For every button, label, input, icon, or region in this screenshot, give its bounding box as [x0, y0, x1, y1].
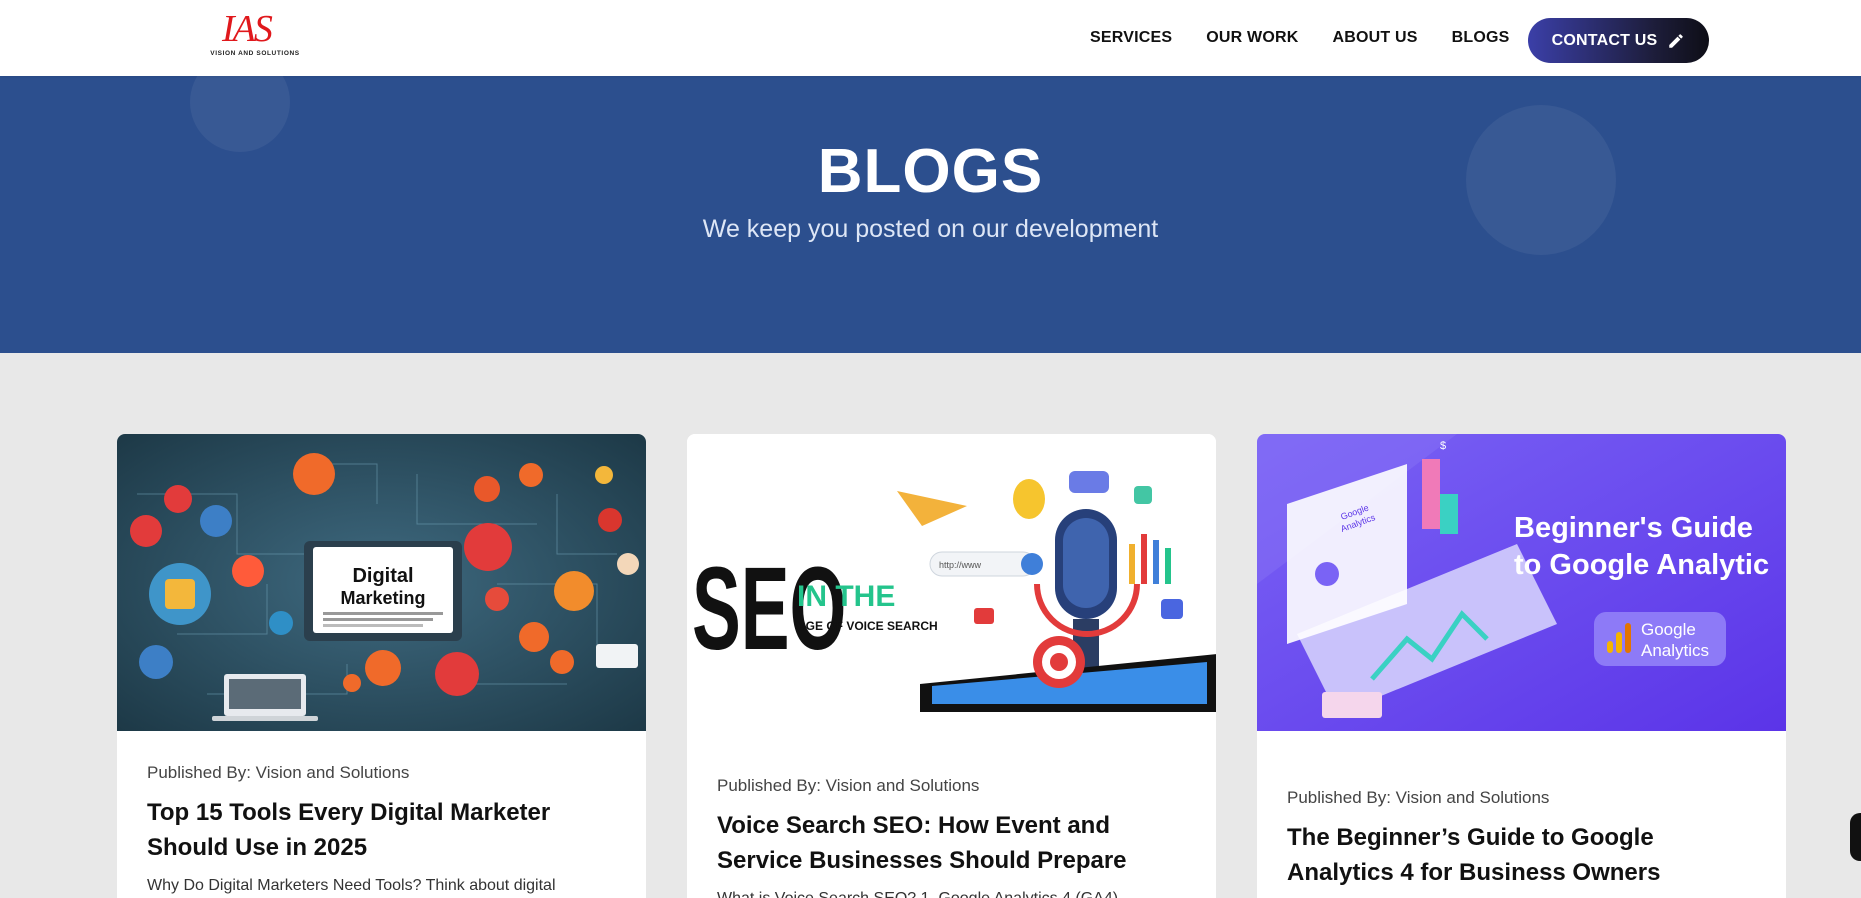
image-text-dollar: $: [1440, 440, 1446, 452]
blog-card-meta: Published By: Vision and Solutions: [147, 763, 410, 782]
logo-mark: IAS: [222, 8, 273, 50]
image-text-digital: Digital: [352, 565, 413, 587]
blog-card[interactable]: SEO IN THE AGE OF VOICE SEARCH http://ww…: [687, 434, 1216, 898]
page-title: BLOGS: [817, 137, 1044, 206]
image-headline-line2: to Google Analytic: [1514, 549, 1769, 581]
image-text-marketing: Marketing: [340, 588, 425, 608]
blog-card-image[interactable]: Google Analytics $ Beginner's Guide to G…: [1257, 434, 1786, 731]
image-text-in-the: IN THE: [797, 580, 895, 613]
main-nav: SERVICES OUR WORK ABOUT US BLOGS: [1090, 0, 1544, 76]
logo[interactable]: IAS VISION AND SOLUTIONS: [194, 10, 316, 60]
blog-card[interactable]: Digital Marketing Published By: Vision a…: [117, 434, 646, 898]
hero-banner: BLOGS We keep you posted on our developm…: [0, 76, 1861, 353]
blog-card-image[interactable]: SEO IN THE AGE OF VOICE SEARCH http://ww…: [687, 434, 1216, 731]
blog-card-title[interactable]: Top 15 Tools Every Digital Marketer Shou…: [147, 795, 617, 865]
seo-voice-search-illustration: SEO IN THE AGE OF VOICE SEARCH http://ww…: [687, 434, 1216, 731]
image-text-url: http://www: [939, 560, 982, 570]
contact-us-label: CONTACT US: [1551, 31, 1658, 49]
blog-card-excerpt: What is Voice Search SEO? 1. Google Anal…: [717, 888, 1187, 898]
pencil-icon: [1669, 33, 1684, 48]
blog-card-title[interactable]: The Beginner’s Guide to Google Analytics…: [1287, 820, 1757, 890]
nav-item-about-us[interactable]: ABOUT US: [1333, 29, 1418, 47]
blog-card-meta: Published By: Vision and Solutions: [717, 776, 980, 795]
nav-item-blogs[interactable]: BLOGS: [1452, 29, 1510, 47]
digital-marketing-illustration: Digital Marketing: [117, 434, 646, 731]
nav-item-our-work[interactable]: OUR WORK: [1206, 29, 1298, 47]
logo-tagline: VISION AND SOLUTIONS: [210, 50, 300, 57]
blog-card-image[interactable]: Digital Marketing: [117, 434, 646, 731]
blog-card-title[interactable]: Voice Search SEO: How Event and Service …: [717, 808, 1187, 878]
floating-side-tab[interactable]: [1850, 813, 1861, 861]
site-header: IAS VISION AND SOLUTIONS SERVICES OUR WO…: [0, 0, 1861, 76]
page-subtitle: We keep you posted on our development: [702, 215, 1159, 243]
image-ga-analytics: Analytics: [1641, 641, 1709, 660]
blog-card-excerpt: Why Do Digital Marketers Need Tools? Thi…: [147, 877, 556, 894]
nav-item-services[interactable]: SERVICES: [1090, 29, 1172, 47]
google-analytics-illustration: Google Analytics $ Beginner's Guide to G…: [1257, 434, 1786, 731]
contact-us-button[interactable]: CONTACT US: [1528, 18, 1709, 63]
image-headline-line1: Beginner's Guide: [1514, 512, 1753, 544]
image-ga-google: Google: [1641, 620, 1696, 639]
blog-card[interactable]: Google Analytics $ Beginner's Guide to G…: [1257, 434, 1786, 898]
image-text-age: AGE OF VOICE SEARCH: [797, 619, 938, 633]
blog-card-meta: Published By: Vision and Solutions: [1287, 788, 1550, 807]
